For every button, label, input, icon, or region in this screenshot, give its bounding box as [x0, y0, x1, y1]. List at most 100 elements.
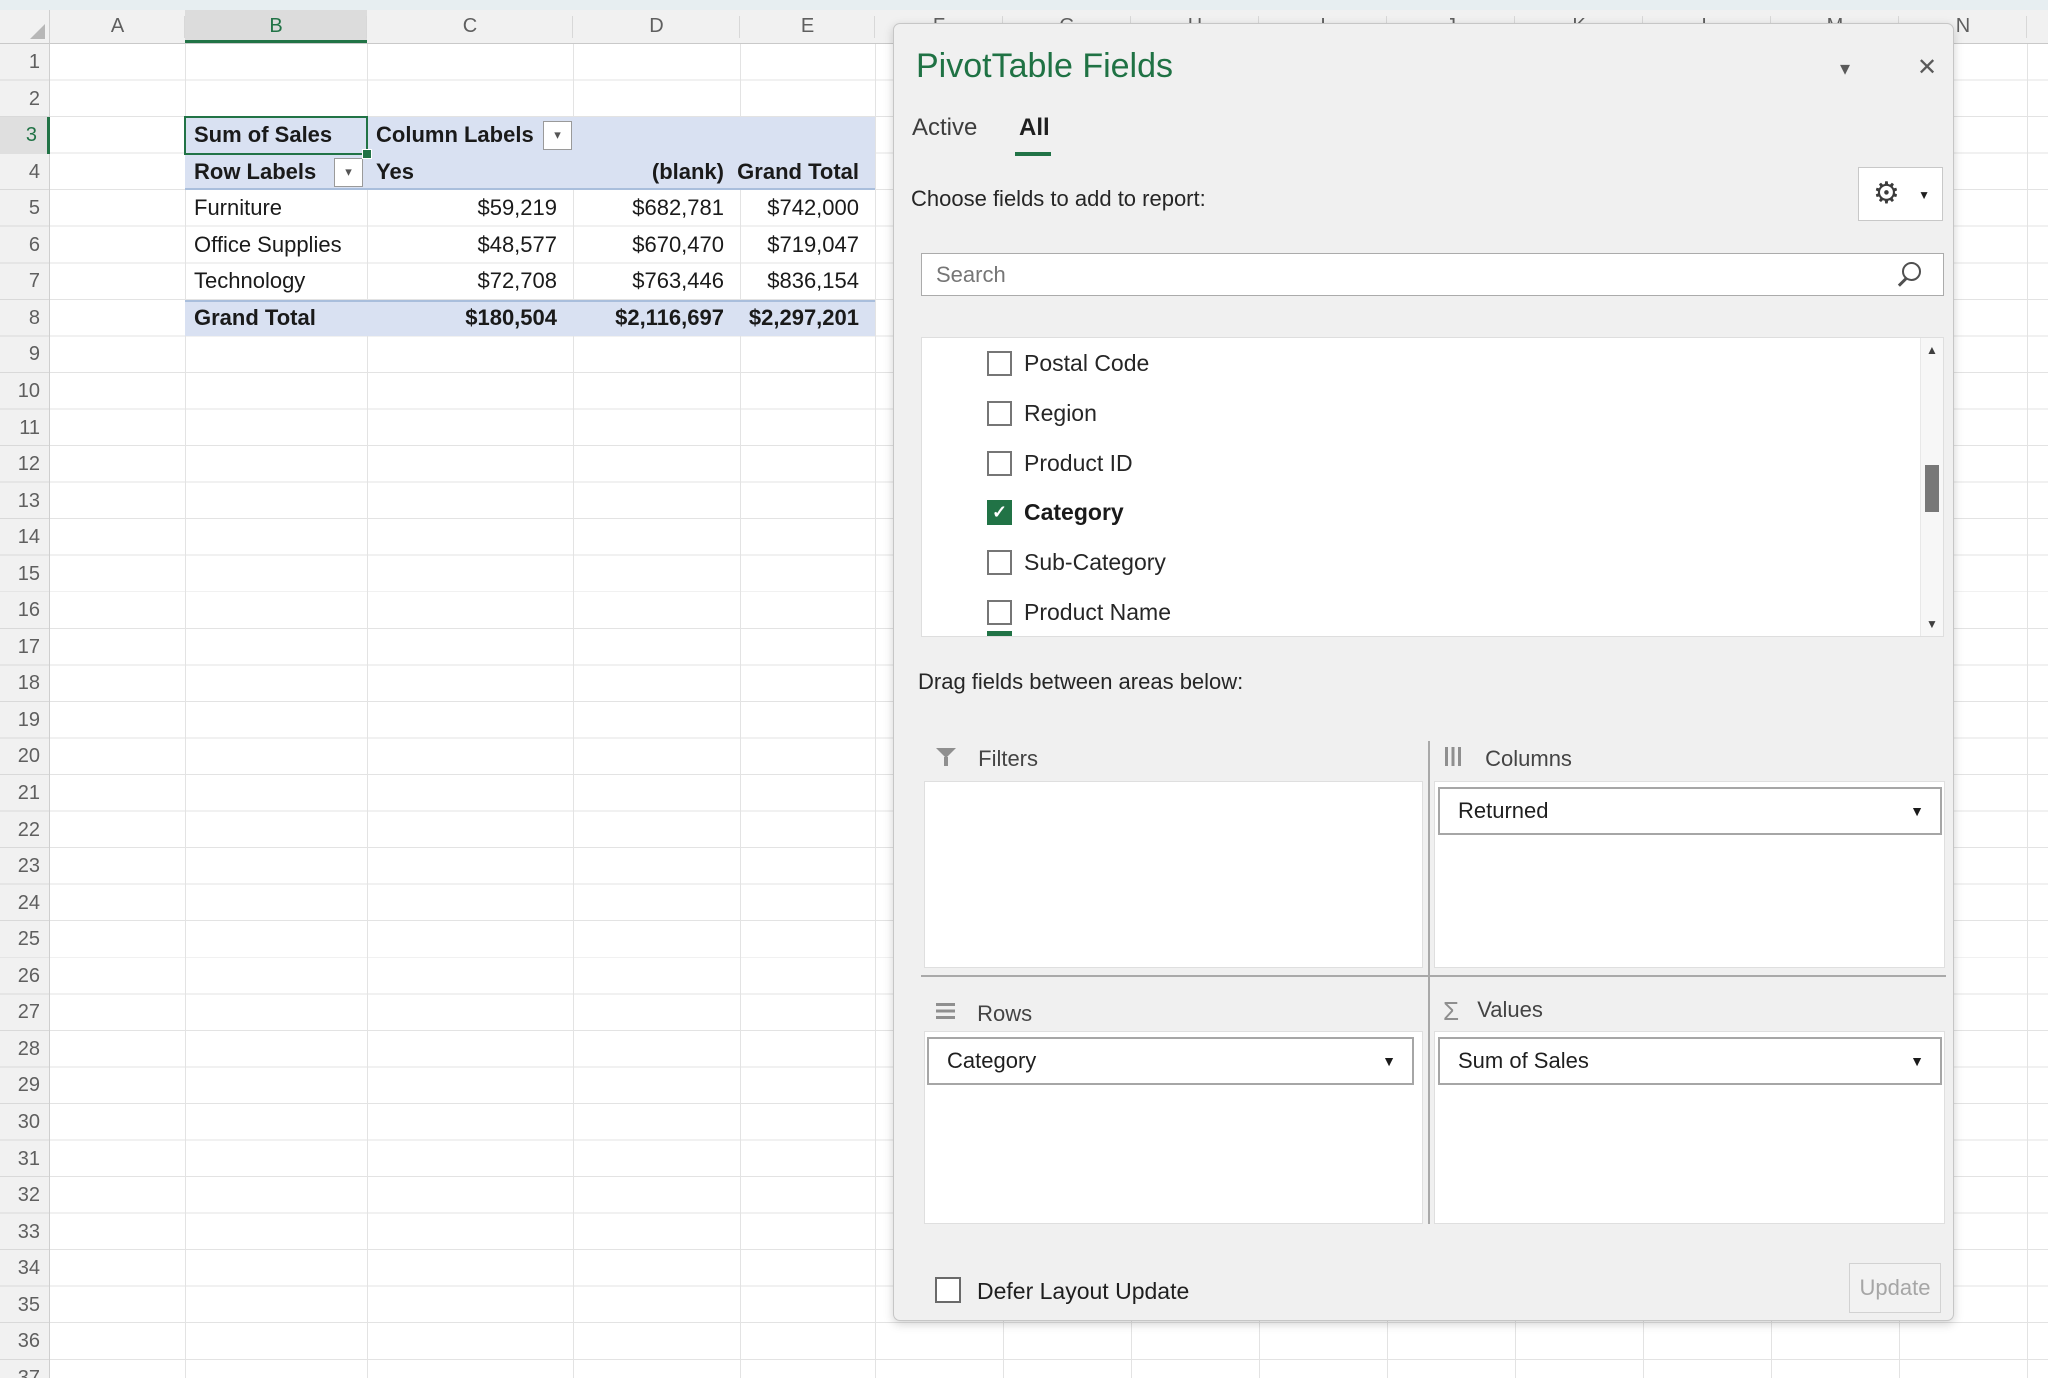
- row-header-4[interactable]: 4: [0, 154, 40, 191]
- pane-options-chevron-icon[interactable]: ▾: [1828, 52, 1862, 86]
- pivot-grandtotal-total[interactable]: $2,297,201: [600, 300, 867, 337]
- row-header-37[interactable]: 37: [0, 1360, 40, 1378]
- search-input[interactable]: Search: [921, 253, 1944, 296]
- tab-active[interactable]: Active: [912, 114, 977, 142]
- column-header-A[interactable]: A: [50, 10, 185, 43]
- row-header-29[interactable]: 29: [0, 1067, 40, 1104]
- unchecked-checkbox[interactable]: [987, 550, 1012, 575]
- field-label: Region: [1024, 400, 1097, 427]
- row-header-31[interactable]: 31: [0, 1141, 40, 1178]
- pivot-colheader-grandtotal[interactable]: Grand Total: [600, 154, 867, 191]
- field-list[interactable]: ▲ ▼ Postal Code Region Product ID ✓ Category…: [921, 337, 1944, 637]
- row-header-24[interactable]: 24: [0, 885, 40, 922]
- column-header-separator: [2026, 16, 2027, 38]
- field-item-region[interactable]: Region: [922, 389, 1892, 439]
- chevron-down-icon[interactable]: ▼: [1910, 789, 1924, 833]
- row-labels-filter-dropdown[interactable]: ▾: [334, 158, 363, 187]
- row-header-10[interactable]: 10: [0, 373, 40, 410]
- row-header-16[interactable]: 16: [0, 592, 40, 629]
- field-item-postal-code[interactable]: Postal Code: [922, 339, 1892, 389]
- row-header-35[interactable]: 35: [0, 1287, 40, 1324]
- row-header-20[interactable]: 20: [0, 738, 40, 775]
- row-header-3[interactable]: 3: [0, 117, 50, 154]
- column-header-B[interactable]: B: [185, 10, 367, 43]
- unchecked-checkbox[interactable]: [987, 600, 1012, 625]
- values-field-pill[interactable]: Sum of Sales ▼: [1438, 1037, 1942, 1085]
- field-list-scrollbar[interactable]: ▲ ▼: [1920, 338, 1943, 636]
- row-header-2[interactable]: 2: [0, 81, 40, 118]
- row-headers[interactable]: 1234567891011121314151617181920212223242…: [0, 44, 50, 1378]
- row-header-1[interactable]: 1: [0, 44, 40, 81]
- defer-layout-update-checkbox[interactable]: [935, 1277, 961, 1303]
- row-header-21[interactable]: 21: [0, 775, 40, 812]
- column-header-D[interactable]: D: [573, 10, 740, 43]
- row-header-13[interactable]: 13: [0, 483, 40, 520]
- row-header-28[interactable]: 28: [0, 1031, 40, 1068]
- unchecked-checkbox[interactable]: [987, 451, 1012, 476]
- column-header-E[interactable]: E: [740, 10, 875, 43]
- row-header-18[interactable]: 18: [0, 665, 40, 702]
- column-header-C[interactable]: C: [367, 10, 573, 43]
- row-header-34[interactable]: 34: [0, 1250, 40, 1287]
- row-header-8[interactable]: 8: [0, 300, 40, 337]
- rows-field-pill[interactable]: Category▼: [927, 1037, 1414, 1085]
- defer-layout-update-label: Defer Layout Update: [977, 1278, 1189, 1305]
- column-labels-filter-dropdown[interactable]: ▾: [543, 121, 572, 150]
- row-header-26[interactable]: 26: [0, 958, 40, 995]
- row-header-23[interactable]: 23: [0, 848, 40, 885]
- field-item-sub-category[interactable]: Sub-Category: [922, 538, 1892, 588]
- pivot-value-total[interactable]: $742,000: [600, 190, 867, 227]
- row-header-12[interactable]: 12: [0, 446, 40, 483]
- gridline: [875, 44, 876, 1378]
- row-header-11[interactable]: 11: [0, 410, 40, 447]
- pivot-column-labels-cell[interactable]: Column Labels: [371, 117, 541, 154]
- row-header-30[interactable]: 30: [0, 1104, 40, 1141]
- checked-checkbox[interactable]: ✓: [987, 500, 1012, 525]
- sigma-icon: Σ: [1443, 996, 1459, 1026]
- row-header-9[interactable]: 9: [0, 336, 40, 373]
- row-header-19[interactable]: 19: [0, 702, 40, 739]
- update-button[interactable]: Update: [1849, 1263, 1941, 1313]
- pivot-grandtotal-label[interactable]: Grand Total: [189, 300, 364, 337]
- field-label: Category: [1024, 499, 1124, 526]
- row-header-36[interactable]: 36: [0, 1323, 40, 1360]
- row-header-5[interactable]: 5: [0, 190, 40, 227]
- pivot-row-label[interactable]: Office Supplies: [189, 227, 364, 264]
- row-header-33[interactable]: 33: [0, 1214, 40, 1251]
- row-number: 3: [0, 117, 37, 154]
- pivot-row-label[interactable]: Technology: [189, 263, 364, 300]
- pivot-value-total[interactable]: $836,154: [600, 263, 867, 300]
- filters-dropzone[interactable]: [924, 781, 1423, 968]
- row-header-14[interactable]: 14: [0, 519, 40, 556]
- tab-all[interactable]: All: [1019, 114, 1050, 142]
- scroll-up-icon[interactable]: ▲: [1921, 338, 1943, 362]
- fill-handle[interactable]: [362, 149, 372, 159]
- pane-close-icon[interactable]: ✕: [1910, 52, 1944, 86]
- pivot-row-labels-cell[interactable]: Row Labels: [189, 154, 339, 191]
- unchecked-checkbox[interactable]: [987, 351, 1012, 376]
- scrollbar-thumb[interactable]: [1925, 465, 1939, 512]
- row-header-7[interactable]: 7: [0, 263, 40, 300]
- chevron-down-icon[interactable]: ▼: [1382, 1039, 1396, 1083]
- row-header-15[interactable]: 15: [0, 556, 40, 593]
- chevron-down-icon[interactable]: ▼: [1910, 1039, 1924, 1083]
- pill-label: Sum of Sales: [1458, 1048, 1589, 1073]
- field-item-product-id[interactable]: Product ID: [922, 439, 1892, 489]
- row-header-25[interactable]: 25: [0, 921, 40, 958]
- row-header-6[interactable]: 6: [0, 227, 40, 264]
- row-header-17[interactable]: 17: [0, 629, 40, 666]
- scroll-down-icon[interactable]: ▼: [1921, 612, 1943, 636]
- row-header-32[interactable]: 32: [0, 1177, 40, 1214]
- row-header-22[interactable]: 22: [0, 812, 40, 849]
- unchecked-checkbox[interactable]: [987, 401, 1012, 426]
- columns-field-pill[interactable]: Returned▼: [1438, 787, 1942, 835]
- field-item-product-name[interactable]: Product Name: [922, 588, 1892, 637]
- field-item-category[interactable]: ✓ Category: [922, 488, 1892, 538]
- selected-tab-underline: [1015, 152, 1051, 156]
- row-header-27[interactable]: 27: [0, 994, 40, 1031]
- select-all-corner[interactable]: [0, 10, 50, 44]
- pivot-value-total[interactable]: $719,047: [600, 227, 867, 264]
- pivot-row-label[interactable]: Furniture: [189, 190, 364, 227]
- filter-funnel-icon: [936, 747, 956, 766]
- tools-button[interactable]: ⚙ ▼: [1858, 167, 1943, 221]
